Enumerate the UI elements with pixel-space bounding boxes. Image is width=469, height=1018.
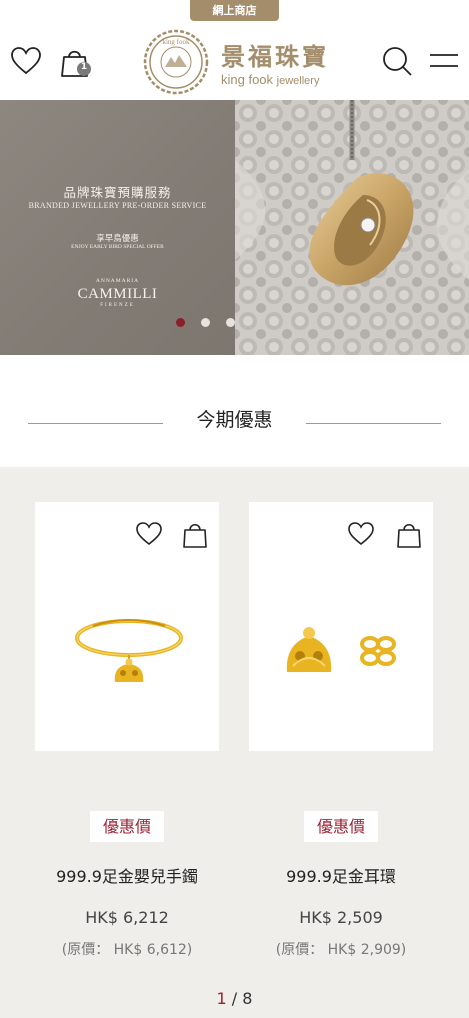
logo-brand-text: king fook: [221, 72, 274, 87]
banner-brand-bottom: FIRENZE: [100, 303, 135, 308]
gold-earrings-image: [286, 627, 396, 672]
product-price: HK$ 6,212: [85, 908, 169, 927]
product-original-price: (原價： HK$ 2,909): [275, 942, 407, 958]
offer-badge: 優惠價: [90, 811, 164, 842]
product-price: HK$ 2,509: [299, 908, 383, 927]
wishlist-heart-icon[interactable]: [347, 520, 375, 548]
section-title: 今期優惠: [196, 409, 273, 431]
banner-text-panel: 品牌珠寶預購服務 BRANDED JEWELLERY PRE-ORDER SER…: [0, 100, 235, 355]
online-shop-tab[interactable]: 網上商店: [190, 0, 279, 21]
shopping-bag-button[interactable]: 1: [60, 45, 94, 79]
offers-section: 優惠價 999.9足金嬰兒手鐲 HK$ 6,212 (原價： HK$ 6,612…: [0, 467, 469, 1018]
logo-chinese-name: 景福珠寶: [221, 42, 329, 71]
carousel-dot-1[interactable]: [176, 318, 185, 327]
section-header: 今期優惠: [0, 400, 469, 440]
product-original-price: (原價： HK$ 6,612): [61, 942, 193, 958]
banner-pendant-image: [235, 100, 469, 355]
offer-badge: 優惠價: [304, 811, 378, 842]
pagination-current: 1: [216, 989, 227, 1008]
product-name[interactable]: 999.9足金嬰兒手鐲: [15, 863, 239, 887]
carousel-dot-3[interactable]: [226, 318, 235, 327]
banner-brand-top: ANNAMARIA: [95, 278, 140, 284]
carousel-dot-2[interactable]: [201, 318, 210, 327]
banner-brand-name: CAMMILLI: [77, 286, 158, 302]
king-fook-logo[interactable]: king fook 景福珠寶 king fook jewellery: [141, 29, 331, 95]
add-to-bag-icon[interactable]: [182, 519, 208, 549]
wishlist-heart-icon[interactable]: [135, 520, 163, 548]
pagination-total: 8: [242, 989, 253, 1008]
banner-subtitle-en: ENJOY EARLY BIRD SPECIAL OFFER: [71, 244, 164, 250]
seal-text: king fook: [162, 38, 190, 46]
hamburger-menu-icon[interactable]: [429, 51, 459, 71]
title-divider-right: [306, 423, 441, 424]
pagination-indicator: 1 / 8: [0, 989, 469, 1008]
product-name[interactable]: 999.9足金耳環: [229, 863, 453, 887]
pagination-separator: /: [226, 989, 243, 1008]
banner-subtitle-zh: 享早鳥優惠: [96, 234, 139, 244]
cart-count-badge: 1: [80, 62, 88, 72]
baby-bangle-image: [75, 619, 183, 682]
add-to-bag-icon[interactable]: [396, 519, 422, 549]
promo-banner[interactable]: 品牌珠寶預購服務 BRANDED JEWELLERY PRE-ORDER SER…: [0, 100, 469, 355]
logo-suffix-text: jewellery: [276, 75, 320, 87]
banner-title-en: BRANDED JEWELLERY PRE-ORDER SERVICE: [28, 201, 207, 210]
header: 1 king fook 景福珠寶 king fook jewellery: [0, 21, 469, 100]
product-image[interactable]: [249, 502, 433, 751]
logo-english-name: king fook jewellery: [221, 72, 319, 87]
king-fook-seal-logo: king fook: [143, 29, 209, 95]
product-image[interactable]: [35, 502, 219, 751]
banner-jewellery-image: [235, 100, 469, 355]
banner-title-zh: 品牌珠寶預購服務: [63, 185, 172, 200]
search-icon[interactable]: [381, 45, 413, 77]
heart-icon[interactable]: [10, 46, 42, 76]
